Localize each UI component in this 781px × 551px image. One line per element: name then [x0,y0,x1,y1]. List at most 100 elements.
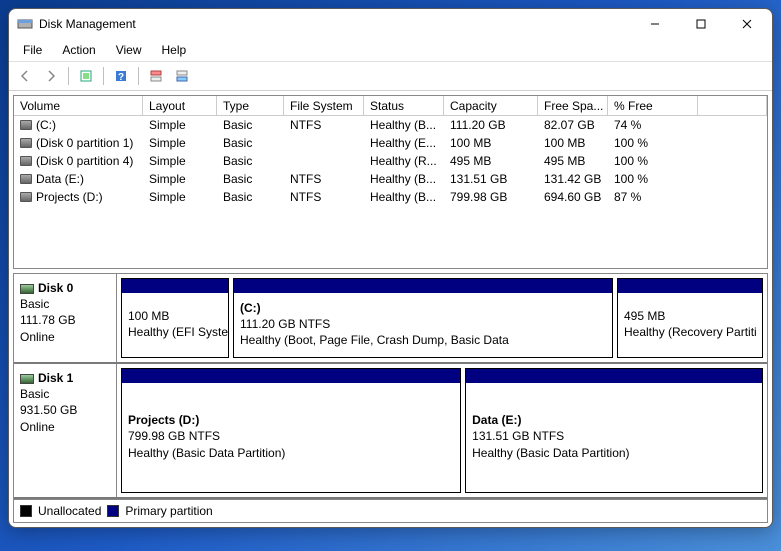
volume-fs: NTFS [284,118,364,132]
col-capacity[interactable]: Capacity [444,96,538,115]
volume-row[interactable]: Data (E:) Simple Basic NTFS Healthy (B..… [14,170,767,188]
partition[interactable]: Data (E:) 131.51 GB NTFS Healthy (Basic … [465,368,763,493]
partition[interactable]: Projects (D:) 799.98 GB NTFS Healthy (Ba… [121,368,461,493]
volume-row[interactable]: (Disk 0 partition 4) Simple Basic Health… [14,152,767,170]
partition-title: (C:) [240,300,606,316]
view-bottom-button[interactable] [170,65,194,87]
volume-pct: 100 % [608,136,698,150]
disk-graphical-view: Disk 0 Basic 111.78 GB Online 100 MB Hea… [13,273,768,523]
disk-row[interactable]: Disk 1 Basic 931.50 GB Online Projects (… [14,364,767,499]
help-button[interactable]: ? [109,65,133,87]
col-filesystem[interactable]: File System [284,96,364,115]
partition-size: 100 MB [128,308,222,324]
partition-header [122,279,228,293]
volume-list[interactable]: Volume Layout Type File System Status Ca… [13,95,768,269]
legend-label-unallocated: Unallocated [38,504,101,518]
volume-type: Basic [217,172,284,186]
volume-pct: 100 % [608,172,698,186]
drive-icon [20,156,32,166]
volume-layout: Simple [143,190,217,204]
col-type[interactable]: Type [217,96,284,115]
toolbar-separator [68,67,69,85]
app-window: Disk Management File Action View Help [8,8,773,528]
partition-size: 495 MB [624,308,756,324]
disk-name: Disk 0 [38,281,73,295]
disk-partitions: Projects (D:) 799.98 GB NTFS Healthy (Ba… [117,364,767,497]
volume-name: Data (E:) [36,172,84,186]
disk-info[interactable]: Disk 1 Basic 931.50 GB Online [14,364,117,497]
volume-row[interactable]: Projects (D:) Simple Basic NTFS Healthy … [14,188,767,206]
toolbar-separator [138,67,139,85]
col-freespace[interactable]: Free Spa... [538,96,608,115]
disk-state: Online [20,419,110,435]
forward-button[interactable] [39,65,63,87]
col-layout[interactable]: Layout [143,96,217,115]
back-button[interactable] [13,65,37,87]
volume-free: 694.60 GB [538,190,608,204]
view-top-button[interactable] [144,65,168,87]
partition-title: Data (E:) [472,412,756,428]
disk-size: 111.78 GB [20,312,110,328]
volume-fs: NTFS [284,190,364,204]
disk-icon [20,284,34,294]
partition-status: Healthy (Basic Data Partition) [128,445,454,461]
partition-status: Healthy (Boot, Page File, Crash Dump, Ba… [240,332,606,348]
partition-title: Projects (D:) [128,412,454,428]
volume-status: Healthy (R... [364,154,444,168]
volume-type: Basic [217,118,284,132]
volume-fs: NTFS [284,172,364,186]
volume-name: Projects (D:) [36,190,103,204]
maximize-button[interactable] [678,9,724,39]
drive-icon [20,192,32,202]
partition-size: 111.20 GB NTFS [240,316,606,332]
titlebar[interactable]: Disk Management [9,9,772,39]
volume-layout: Simple [143,136,217,150]
menu-view[interactable]: View [106,41,152,59]
content-area: Volume Layout Type File System Status Ca… [9,91,772,527]
menubar: File Action View Help [9,39,772,62]
drive-icon [20,138,32,148]
col-status[interactable]: Status [364,96,444,115]
volume-type: Basic [217,190,284,204]
volume-capacity: 495 MB [444,154,538,168]
volume-row[interactable]: (C:) Simple Basic NTFS Healthy (B... 111… [14,116,767,134]
disk-icon [20,374,34,384]
volume-status: Healthy (B... [364,190,444,204]
disk-row[interactable]: Disk 0 Basic 111.78 GB Online 100 MB Hea… [14,274,767,364]
refresh-button[interactable] [74,65,98,87]
col-pctfree[interactable]: % Free [608,96,698,115]
window-title: Disk Management [39,17,632,31]
minimize-button[interactable] [632,9,678,39]
menu-file[interactable]: File [13,41,52,59]
legend: Unallocated Primary partition [14,499,767,522]
legend-label-primary: Primary partition [125,504,212,518]
disk-name: Disk 1 [38,371,73,385]
partition-size: 131.51 GB NTFS [472,428,756,444]
partition[interactable]: 100 MB Healthy (EFI Syste [121,278,229,358]
volume-capacity: 131.51 GB [444,172,538,186]
app-icon [17,16,33,32]
drive-icon [20,120,32,130]
volume-row[interactable]: (Disk 0 partition 1) Simple Basic Health… [14,134,767,152]
volume-capacity: 100 MB [444,136,538,150]
disk-type: Basic [20,386,110,402]
col-volume[interactable]: Volume [14,96,143,115]
volume-layout: Simple [143,154,217,168]
partition-header [466,369,762,383]
volume-free: 82.07 GB [538,118,608,132]
partition[interactable]: (C:) 111.20 GB NTFS Healthy (Boot, Page … [233,278,613,358]
menu-help[interactable]: Help [152,41,197,59]
volume-status: Healthy (E... [364,136,444,150]
volume-layout: Simple [143,118,217,132]
svg-text:?: ? [118,72,124,83]
disk-info[interactable]: Disk 0 Basic 111.78 GB Online [14,274,117,362]
volume-capacity: 111.20 GB [444,118,538,132]
close-button[interactable] [724,9,770,39]
legend-swatch-primary [107,505,119,517]
volume-status: Healthy (B... [364,172,444,186]
partition[interactable]: 495 MB Healthy (Recovery Partiti [617,278,763,358]
disk-partitions: 100 MB Healthy (EFI Syste (C:) 111.20 GB… [117,274,767,362]
volume-name: (Disk 0 partition 4) [36,154,133,168]
menu-action[interactable]: Action [52,41,105,59]
volume-name: (C:) [36,118,56,132]
